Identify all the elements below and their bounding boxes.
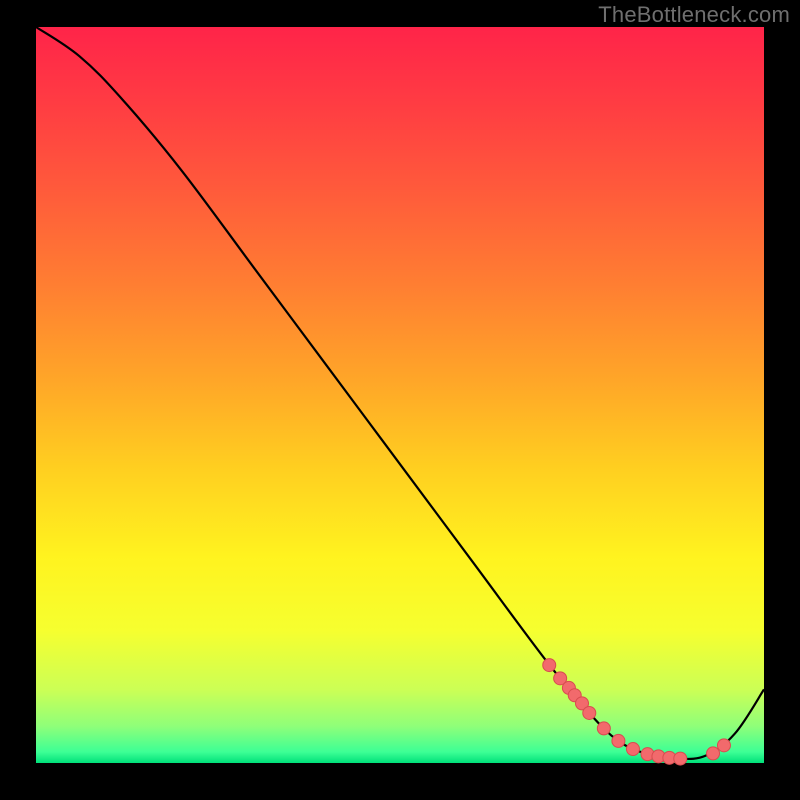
marker-dot [612, 734, 625, 747]
marker-dot [707, 747, 720, 760]
marker-dot [717, 739, 730, 752]
marker-dot [626, 743, 639, 756]
marker-dot [597, 722, 610, 735]
marker-dot [583, 706, 596, 719]
gradient-panel [36, 27, 764, 763]
marker-dot [674, 752, 687, 765]
bottleneck-chart-svg [0, 0, 800, 800]
chart-stage: { "watermark": "TheBottleneck.com", "col… [0, 0, 800, 800]
marker-dot [543, 659, 556, 672]
